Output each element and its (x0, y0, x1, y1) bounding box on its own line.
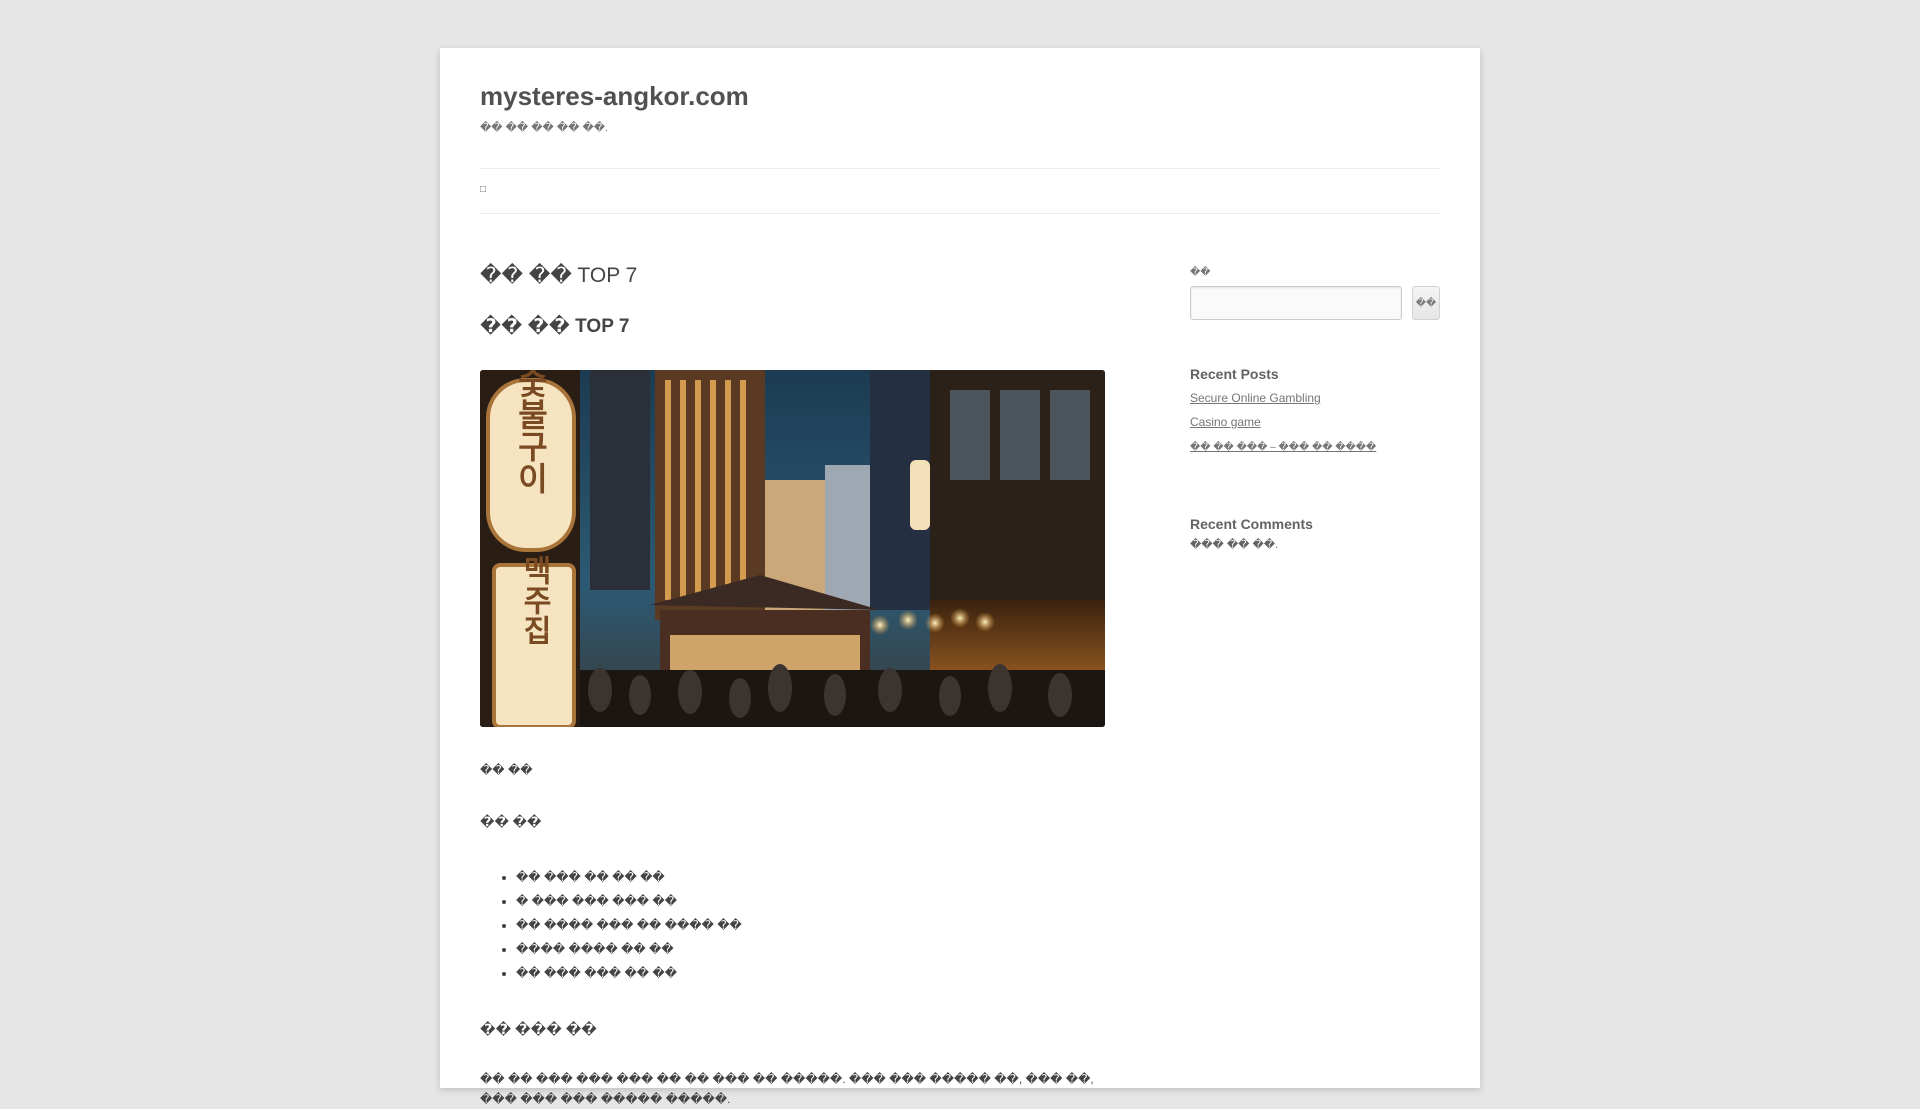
hero-image: 숯불구이 맥주집 (480, 370, 1105, 727)
site-title[interactable]: mysteres-angkor.com (480, 80, 749, 112)
recent-post-item: Secure Online Gambling (1190, 386, 1440, 410)
no-comments-text: ��� �� ��. (1190, 539, 1279, 551)
menu-toggle-icon[interactable]: □ (480, 183, 490, 197)
toc-item[interactable]: � ��� ��� ��� �� (516, 889, 1105, 913)
site-description: �� �� �� �� ��. (480, 122, 609, 134)
toc-label: �� �� (480, 763, 533, 777)
recent-comments-title: Recent Comments (1190, 516, 1313, 532)
toc-list: �� ��� �� �� �� � ��� ��� ��� �� �� ����… (480, 865, 1105, 985)
main-navigation: □ (480, 168, 1440, 214)
search-label: �� (1190, 267, 1211, 278)
section-heading: �� ��� �� (480, 1021, 597, 1037)
recent-post-link[interactable]: Secure Online Gambling (1190, 391, 1321, 405)
hero-sign-text-2: 맥주집 (517, 555, 552, 645)
recent-post-link[interactable]: �� �� ��� – ��� �� ���� (1190, 442, 1376, 453)
toc-item[interactable]: �� ��� ��� �� �� (516, 961, 1105, 985)
search-input[interactable] (1190, 286, 1402, 320)
toc-item[interactable]: �� ���� ��� �� ���� �� (516, 913, 1105, 937)
main-content: �� �� TOP 7 �� �� TOP 7 숯불구이 맥주집 �� �� �… (480, 262, 1105, 1109)
recent-posts-title: Recent Posts (1190, 366, 1279, 382)
toc-item[interactable]: �� ��� �� �� �� (516, 865, 1105, 889)
toc-heading: �� �� (480, 814, 542, 829)
hero-sign-text-1: 숯불구이 (512, 370, 550, 494)
recent-posts-widget: Recent Posts Secure Online Gambling Casi… (1190, 364, 1440, 460)
page-container: mysteres-angkor.com �� �� �� �� ��. □ ��… (440, 48, 1480, 1106)
article-heading: �� �� TOP 7 (480, 316, 630, 337)
toc-item[interactable]: ���� ���� �� �� (516, 937, 1105, 961)
recent-post-link[interactable]: Casino game (1190, 415, 1261, 429)
sidebar: �� �� Recent Posts Secure Online Gamblin… (1190, 262, 1440, 554)
article-paragraph: �� �� ��� ��� ��� �� �� ��� �� �����. ��… (480, 1072, 1094, 1106)
page-title: �� �� TOP 7 (480, 264, 638, 287)
site-header: mysteres-angkor.com �� �� �� �� ��. (480, 80, 1440, 136)
recent-post-item: �� �� ��� – ��� �� ���� (1190, 434, 1440, 460)
entry-content: �� �� TOP 7 숯불구이 맥주집 �� �� �� �� • �� ��… (480, 314, 1105, 1109)
search-widget: �� �� (1190, 262, 1440, 320)
recent-post-item: Casino game (1190, 410, 1440, 434)
search-button[interactable]: �� (1412, 286, 1440, 320)
recent-comments-widget: Recent Comments ��� �� ��. (1190, 514, 1440, 554)
